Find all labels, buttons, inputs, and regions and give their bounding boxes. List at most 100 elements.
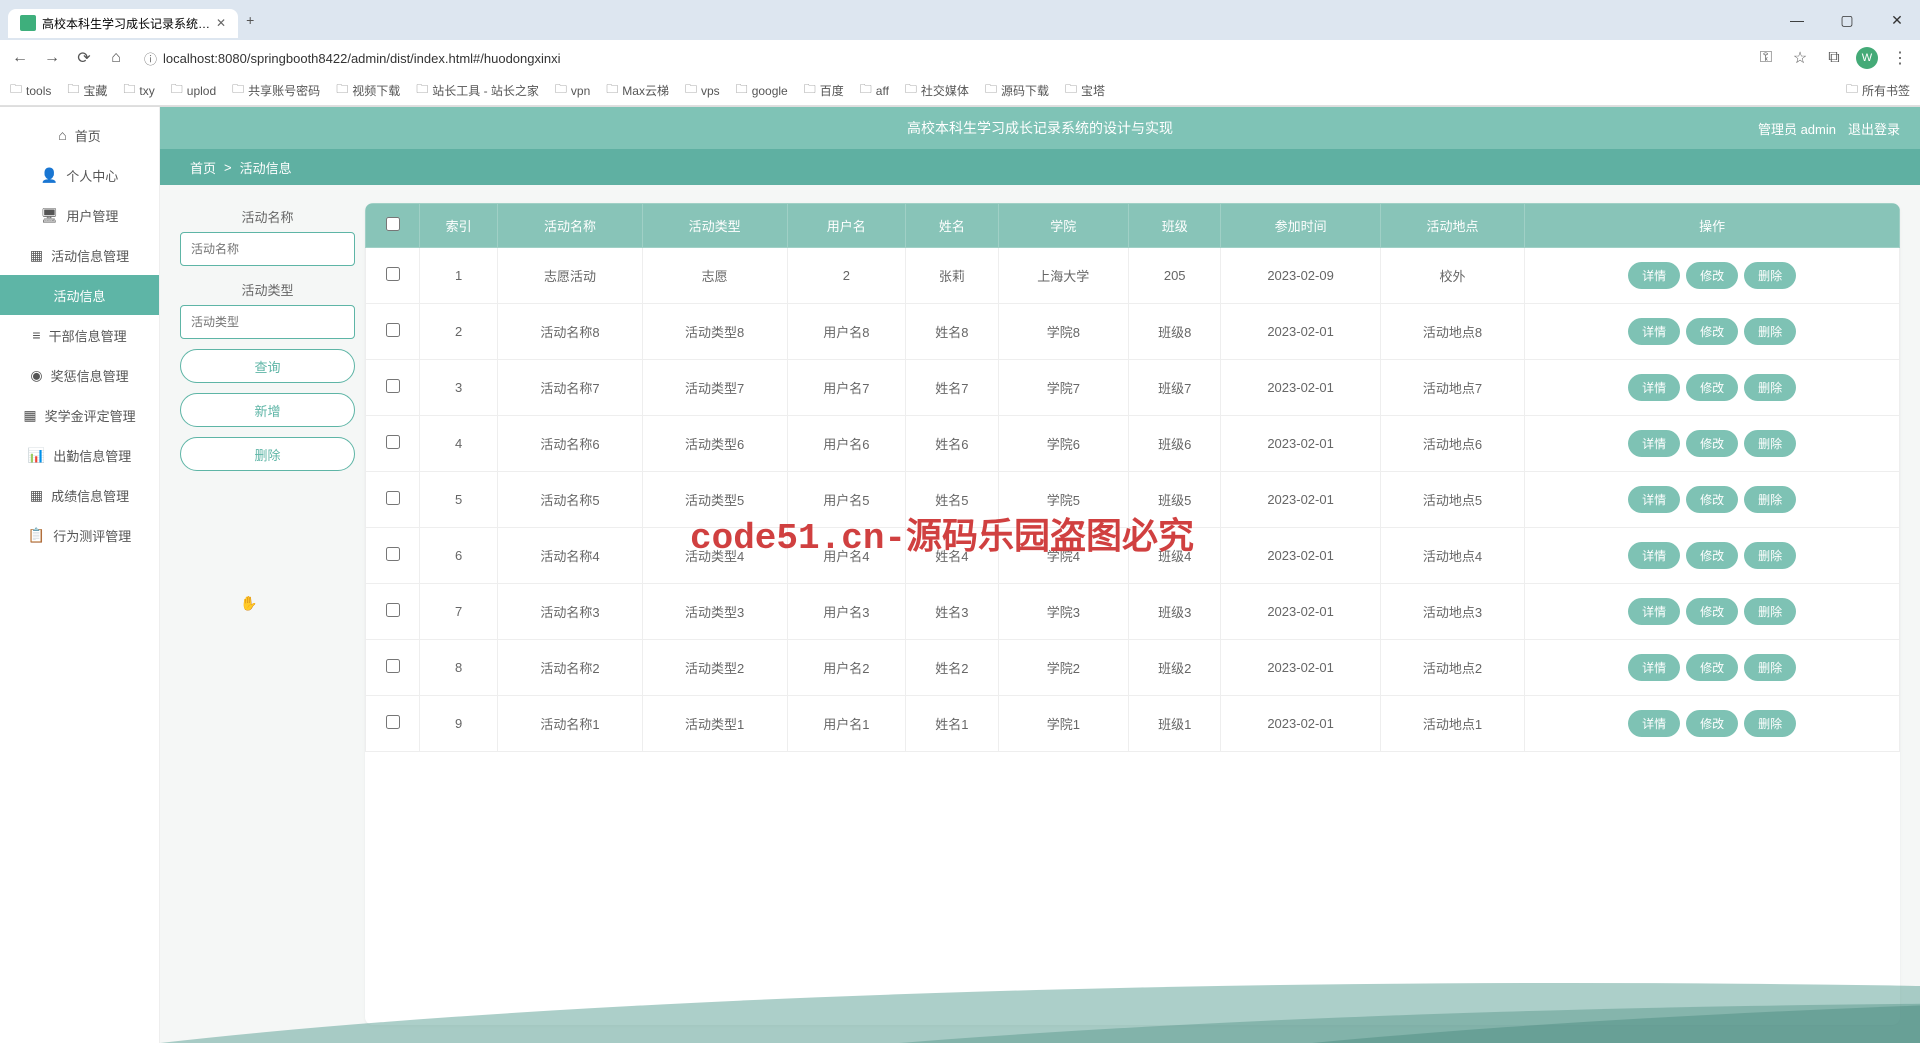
bookmark-item[interactable]: 🗀Max云梯: [606, 80, 669, 101]
sidebar-item-2[interactable]: 🖥用户管理: [0, 195, 159, 235]
edit-button[interactable]: 修改: [1686, 430, 1738, 457]
delete-button[interactable]: 删除: [180, 437, 355, 471]
minimize-button[interactable]: —: [1782, 12, 1812, 29]
browser-tab[interactable]: 高校本科生学习成长记录系统… ✕: [8, 9, 238, 38]
edit-button[interactable]: 修改: [1686, 374, 1738, 401]
sidebar-item-9[interactable]: ▦成绩信息管理: [0, 475, 159, 515]
bookmark-item[interactable]: 🗀社交媒体: [905, 80, 969, 101]
bookmark-star-icon[interactable]: ☆: [1788, 46, 1812, 70]
select-all-checkbox[interactable]: [386, 217, 400, 231]
row-checkbox[interactable]: [386, 715, 400, 729]
row-checkbox[interactable]: [386, 379, 400, 393]
row-checkbox[interactable]: [386, 435, 400, 449]
back-button[interactable]: ←: [8, 46, 32, 70]
bookmark-item[interactable]: 🗀vps: [685, 80, 720, 101]
edit-button[interactable]: 修改: [1686, 598, 1738, 625]
row-checkbox[interactable]: [386, 659, 400, 673]
user-role-label[interactable]: 管理员 admin: [1758, 119, 1836, 138]
table-row: 4活动名称6活动类型6用户名6姓名6学院6班级62023-02-01活动地点6详…: [366, 416, 1900, 472]
row-delete-button[interactable]: 删除: [1744, 654, 1796, 681]
sidebar-item-5[interactable]: ≡干部信息管理: [0, 315, 159, 355]
row-checkbox[interactable]: [386, 491, 400, 505]
cell-name: 活动名称8: [498, 304, 643, 360]
detail-button[interactable]: 详情: [1628, 710, 1680, 737]
row-delete-button[interactable]: 删除: [1744, 318, 1796, 345]
detail-button[interactable]: 详情: [1628, 374, 1680, 401]
bookmark-item[interactable]: 🗀uplod: [171, 80, 216, 101]
bookmark-item[interactable]: 🗀tools: [10, 80, 51, 101]
edit-button[interactable]: 修改: [1686, 542, 1738, 569]
edit-button[interactable]: 修改: [1686, 318, 1738, 345]
detail-button[interactable]: 详情: [1628, 486, 1680, 513]
cell-actions: 详情修改删除: [1525, 416, 1900, 472]
cell-realname: 张莉: [906, 248, 999, 304]
detail-button[interactable]: 详情: [1628, 262, 1680, 289]
row-delete-button[interactable]: 删除: [1744, 430, 1796, 457]
edit-button[interactable]: 修改: [1686, 262, 1738, 289]
menu-button[interactable]: ⋮: [1888, 46, 1912, 70]
sidebar-item-1[interactable]: 👤个人中心: [0, 155, 159, 195]
site-info-icon[interactable]: ⓘ: [144, 49, 157, 68]
row-delete-button[interactable]: 删除: [1744, 486, 1796, 513]
bookmark-item[interactable]: 🗀txy: [123, 80, 154, 101]
close-window-button[interactable]: ✕: [1882, 12, 1912, 29]
cell-college: 学院6: [998, 416, 1128, 472]
detail-button[interactable]: 详情: [1628, 542, 1680, 569]
reload-button[interactable]: ⟳: [72, 46, 96, 70]
sidebar-item-8[interactable]: 📊出勤信息管理: [0, 435, 159, 475]
row-delete-button[interactable]: 删除: [1744, 262, 1796, 289]
profile-avatar[interactable]: W: [1856, 47, 1878, 69]
cell-user: 用户名2: [787, 640, 906, 696]
detail-button[interactable]: 详情: [1628, 654, 1680, 681]
bookmark-item[interactable]: 🗀宝塔: [1065, 80, 1105, 101]
extensions-icon[interactable]: ⧉: [1822, 46, 1846, 70]
bookmark-item[interactable]: 🗀google: [736, 80, 788, 101]
edit-button[interactable]: 修改: [1686, 654, 1738, 681]
table-header-5: 姓名: [906, 204, 999, 248]
bookmark-item[interactable]: 🗀共享账号密码: [232, 80, 320, 101]
sidebar-item-label: 成绩信息管理: [51, 486, 129, 505]
edit-button[interactable]: 修改: [1686, 486, 1738, 513]
bookmark-item[interactable]: 🗀视频下载: [336, 80, 400, 101]
sidebar-item-4[interactable]: 活动信息: [0, 275, 159, 315]
filter-type-input[interactable]: [180, 305, 355, 339]
bookmark-item[interactable]: 🗀站长工具 - 站长之家: [416, 80, 539, 101]
row-checkbox[interactable]: [386, 547, 400, 561]
row-checkbox[interactable]: [386, 323, 400, 337]
bookmark-item[interactable]: 🗀vpn: [555, 80, 590, 101]
detail-button[interactable]: 详情: [1628, 318, 1680, 345]
row-checkbox[interactable]: [386, 603, 400, 617]
new-tab-button[interactable]: +: [246, 12, 254, 28]
bookmark-item[interactable]: 🗀百度: [804, 80, 844, 101]
detail-button[interactable]: 详情: [1628, 430, 1680, 457]
sidebar-item-10[interactable]: 📋行为测评管理: [0, 515, 159, 555]
sidebar-item-6[interactable]: ◉奖惩信息管理: [0, 355, 159, 395]
close-icon[interactable]: ✕: [216, 16, 226, 30]
sidebar-item-3[interactable]: ▦活动信息管理: [0, 235, 159, 275]
row-delete-button[interactable]: 删除: [1744, 710, 1796, 737]
home-button[interactable]: ⌂: [104, 46, 128, 70]
filter-name-input[interactable]: [180, 232, 355, 266]
row-delete-button[interactable]: 删除: [1744, 598, 1796, 625]
cell-type: 活动类型4: [642, 528, 787, 584]
sidebar-item-0[interactable]: ⌂首页: [0, 115, 159, 155]
cell-user: 用户名8: [787, 304, 906, 360]
sidebar-item-7[interactable]: ▦奖学金评定管理: [0, 395, 159, 435]
all-bookmarks-button[interactable]: 🗀 所有书签: [1846, 80, 1910, 101]
key-icon[interactable]: ⚿: [1754, 46, 1778, 70]
bookmark-item[interactable]: 🗀源码下载: [985, 80, 1049, 101]
maximize-button[interactable]: ▢: [1832, 12, 1862, 29]
row-checkbox[interactable]: [386, 267, 400, 281]
edit-button[interactable]: 修改: [1686, 710, 1738, 737]
bookmark-item[interactable]: 🗀宝藏: [67, 80, 107, 101]
search-button[interactable]: 查询: [180, 349, 355, 383]
logout-button[interactable]: 退出登录: [1848, 119, 1900, 138]
row-delete-button[interactable]: 删除: [1744, 374, 1796, 401]
breadcrumb-home[interactable]: 首页: [190, 158, 216, 177]
detail-button[interactable]: 详情: [1628, 598, 1680, 625]
forward-button[interactable]: →: [40, 46, 64, 70]
url-input[interactable]: ⓘ localhost:8080/springbooth8422/admin/d…: [136, 49, 1746, 68]
add-button[interactable]: 新增: [180, 393, 355, 427]
row-delete-button[interactable]: 删除: [1744, 542, 1796, 569]
bookmark-item[interactable]: 🗀aff: [860, 80, 889, 101]
